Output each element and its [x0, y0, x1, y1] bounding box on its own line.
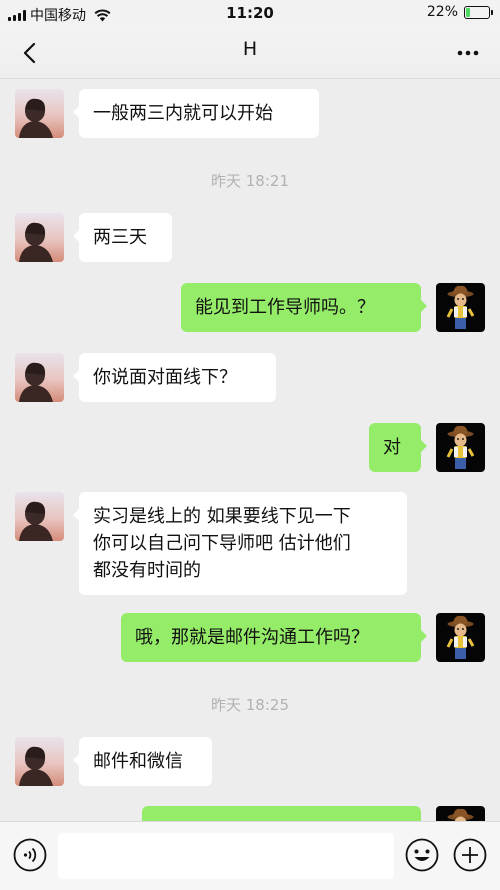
- time-separator: 昨天 18:21: [211, 172, 289, 190]
- contact-avatar[interactable]: [15, 492, 64, 541]
- contact-avatar[interactable]: [15, 89, 64, 138]
- chat-title: H: [242, 38, 258, 60]
- emoji-icon[interactable]: [405, 838, 439, 872]
- status-time: 11:20: [226, 4, 274, 22]
- battery-percent: 22%: [426, 4, 458, 20]
- message-bubble[interactable]: 能见到工作导师吗。？: [181, 283, 427, 332]
- message-bubble[interactable]: 一般两三内就可以开始: [73, 89, 319, 138]
- message-bubble[interactable]: 哦，那就是邮件沟通工作吗？: [121, 613, 427, 662]
- time-separator: 昨天 18:25: [211, 696, 289, 714]
- message-bubble[interactable]: 对: [369, 423, 427, 472]
- contact-avatar[interactable]: [15, 213, 64, 262]
- message-bubble[interactable]: 邮件和微信: [73, 737, 212, 786]
- message-bubble[interactable]: 你说面对面线下？: [73, 353, 276, 402]
- message-input[interactable]: [58, 833, 394, 879]
- input-bar: [0, 821, 500, 890]
- message-bubble[interactable]: 实习是线上的 如果要线下见一下 你可以自己问下导师吧 估计他们 都没有时间的: [73, 492, 407, 595]
- contact-avatar[interactable]: [15, 353, 64, 402]
- contact-avatar[interactable]: [15, 737, 64, 786]
- status-bar: 中国移动 11:20 22%: [0, 0, 500, 26]
- more-icon[interactable]: [454, 40, 482, 66]
- plus-icon[interactable]: [453, 838, 487, 872]
- self-avatar[interactable]: [436, 423, 485, 472]
- message-bubble[interactable]: 两三天: [73, 213, 172, 262]
- nav-bar: H: [0, 26, 500, 79]
- voice-icon[interactable]: [13, 838, 47, 872]
- self-avatar[interactable]: [436, 283, 485, 332]
- battery-icon: [464, 5, 493, 19]
- self-avatar[interactable]: [436, 613, 485, 662]
